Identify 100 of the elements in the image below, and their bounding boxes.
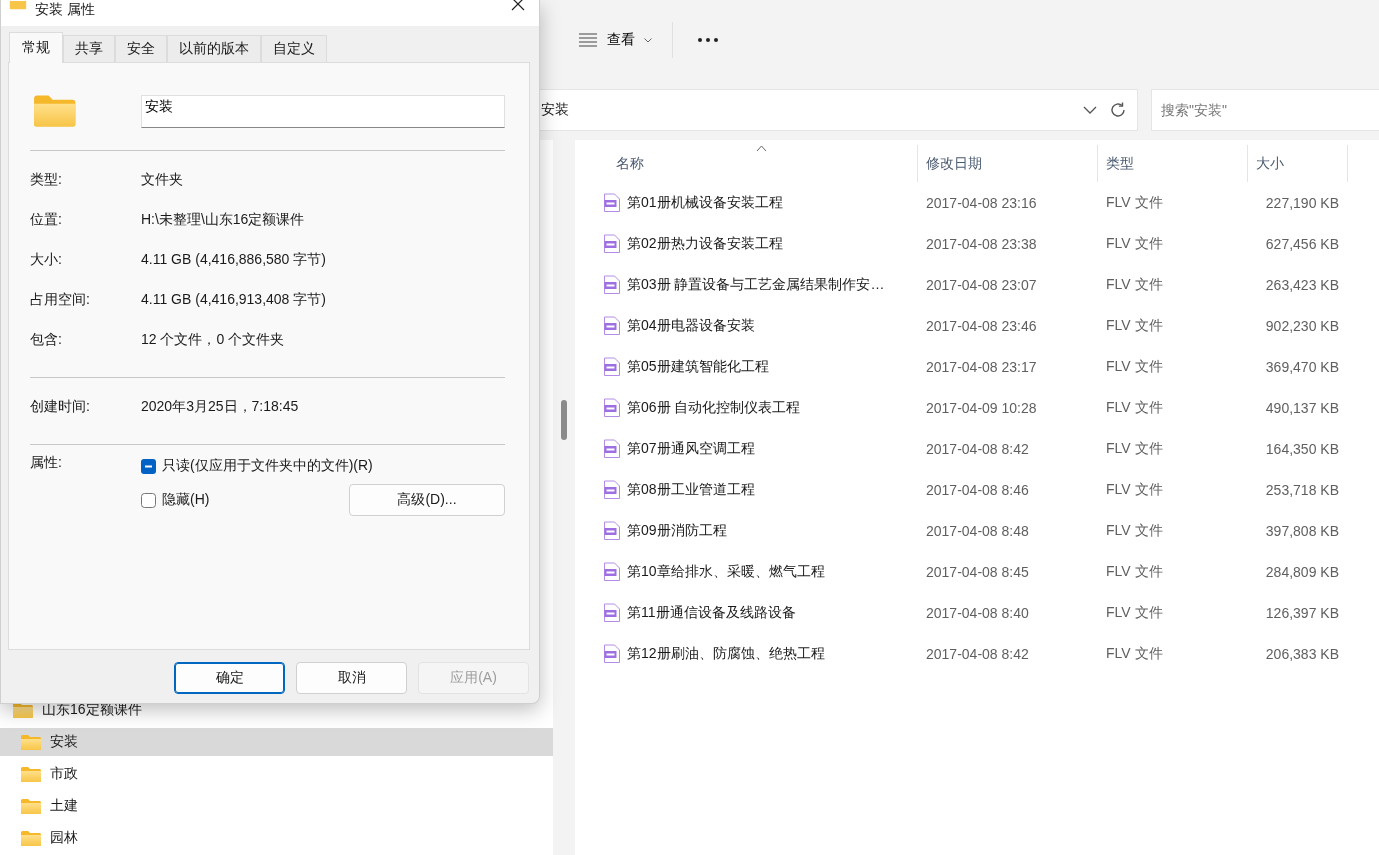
field-value: 4.11 GB (4,416,886,580 字节): [141, 251, 327, 269]
video-file-icon: [603, 643, 621, 664]
scrollbar[interactable]: [553, 140, 575, 855]
dialog-title: 安装 属性: [35, 1, 95, 19]
video-file-icon: [603, 479, 621, 500]
checkbox-label[interactable]: 隐藏(H): [162, 491, 210, 509]
nav-item[interactable]: 市政: [0, 760, 553, 788]
file-size: 263,423 KB: [1264, 276, 1340, 293]
view-button[interactable]: 查看: [570, 27, 660, 53]
field-label: 创建时间:: [30, 398, 91, 416]
field-label: 属性:: [30, 454, 63, 472]
column-header[interactable]: 名称: [603, 145, 918, 182]
checkbox[interactable]: [141, 458, 156, 474]
file-size: 397,808 KB: [1264, 522, 1340, 539]
file-name[interactable]: 第02册热力设备安装工程: [627, 234, 783, 253]
chevron-down-icon: [644, 37, 652, 43]
modified-date: 2017-04-08 8:45: [925, 563, 1030, 580]
field-label: 占用空间:: [30, 291, 91, 309]
video-file-icon: [603, 274, 621, 295]
nav-item[interactable]: 土建: [0, 792, 553, 820]
file-name[interactable]: 第03册 静置设备与工艺金属结果制作安…: [627, 275, 885, 294]
file-type: FLV 文件: [1105, 521, 1164, 540]
folder-icon: [20, 797, 42, 815]
file-name[interactable]: 第08册工业管道工程: [627, 480, 755, 499]
file-name[interactable]: 第05册建筑智能化工程: [627, 357, 769, 376]
file-size: 284,809 KB: [1264, 563, 1340, 580]
modified-date: 2017-04-08 23:16: [925, 194, 1038, 211]
list-view-icon: [578, 33, 598, 47]
file-name[interactable]: 第10章给排水、采暖、燃气工程: [627, 562, 825, 581]
tab[interactable]: 以前的版本: [167, 35, 261, 62]
file-name[interactable]: 第01册机械设备安装工程: [627, 193, 783, 212]
folder-icon: [20, 829, 42, 847]
file-size: 902,230 KB: [1264, 317, 1340, 334]
field-value: 12 个文件，0 个文件夹: [141, 331, 286, 349]
tab[interactable]: 自定义: [261, 35, 327, 62]
file-name[interactable]: 第09册消防工程: [627, 521, 727, 540]
file-type: FLV 文件: [1105, 398, 1164, 417]
field-label: 位置:: [30, 211, 63, 229]
file-type: FLV 文件: [1105, 193, 1164, 212]
modified-date: 2017-04-08 8:40: [925, 604, 1030, 621]
dialog-button[interactable]: 取消: [296, 662, 407, 694]
file-name[interactable]: 第06册 自动化控制仪表工程: [627, 398, 801, 417]
file-name[interactable]: 第11册通信设备及线路设备: [627, 603, 796, 622]
checkbox-label[interactable]: 只读(仅应用于文件夹中的文件)(R): [162, 457, 373, 475]
modified-date: 2017-04-08 23:07: [925, 276, 1038, 293]
video-file-icon: [603, 356, 621, 377]
modified-date: 2017-04-08 8:46: [925, 481, 1030, 498]
video-file-icon: [603, 397, 621, 418]
dialog-button[interactable]: 确定: [174, 662, 285, 694]
tab[interactable]: 常规: [9, 32, 63, 63]
nav-item[interactable]: 园林: [0, 824, 553, 852]
field-label: 类型:: [30, 171, 63, 189]
tab[interactable]: 共享: [63, 35, 115, 62]
folder-icon: [9, 1, 27, 11]
column-header[interactable]: 类型: [1098, 145, 1248, 182]
folder-icon: [20, 765, 42, 783]
field-label: 大小:: [30, 251, 63, 269]
video-file-icon: [603, 315, 621, 336]
file-type: FLV 文件: [1105, 480, 1164, 499]
nav-item[interactable]: 安装: [0, 728, 553, 756]
file-size: 206,383 KB: [1264, 645, 1340, 662]
video-file-icon: [603, 233, 621, 254]
modified-date: 2017-04-09 10:28: [925, 399, 1038, 416]
file-size: 490,137 KB: [1264, 399, 1340, 416]
modified-date: 2017-04-08 23:17: [925, 358, 1038, 375]
file-name[interactable]: 第04册电器设备安装: [627, 316, 755, 335]
modified-date: 2017-04-08 8:48: [925, 522, 1030, 539]
close-icon[interactable]: [511, 0, 525, 11]
file-type: FLV 文件: [1105, 357, 1164, 376]
field-value: H:\未整理\山东16定额课件: [141, 211, 306, 229]
field-label: 包含:: [30, 331, 63, 349]
column-header[interactable]: 大小: [1248, 145, 1348, 182]
tab[interactable]: 安全: [115, 35, 167, 62]
checkbox[interactable]: [141, 492, 156, 508]
video-file-icon: [603, 561, 621, 582]
sort-ascending-icon: [756, 145, 767, 152]
modified-date: 2017-04-08 23:38: [925, 235, 1038, 252]
advanced-button[interactable]: 高级(D)...: [349, 484, 505, 516]
file-size: 369,470 KB: [1264, 358, 1340, 375]
file-type: FLV 文件: [1105, 562, 1164, 581]
file-name[interactable]: 第12册刷油、防腐蚀、绝热工程: [627, 644, 825, 663]
chevron-down-icon[interactable]: [1083, 106, 1097, 114]
file-size: 627,456 KB: [1264, 235, 1340, 252]
file-name[interactable]: 第07册通风空调工程: [627, 439, 755, 458]
file-size: 126,397 KB: [1264, 604, 1340, 621]
file-size: 164,350 KB: [1264, 440, 1340, 457]
video-file-icon: [603, 192, 621, 213]
file-type: FLV 文件: [1105, 603, 1164, 622]
modified-date: 2017-04-08 23:46: [925, 317, 1038, 334]
video-file-icon: [603, 520, 621, 541]
search-field[interactable]: 搜索"安装": [1151, 89, 1379, 131]
field-value: 4.11 GB (4,416,913,408 字节): [141, 291, 327, 309]
field-value: 2020年3月25日，7:18:45: [141, 398, 300, 416]
column-header[interactable]: 修改日期: [918, 145, 1098, 182]
file-size: 227,190 KB: [1264, 194, 1340, 211]
name-field[interactable]: 安装: [141, 94, 505, 128]
refresh-icon[interactable]: [1109, 101, 1127, 119]
video-file-icon: [603, 602, 621, 623]
file-size: 253,718 KB: [1264, 481, 1340, 498]
modified-date: 2017-04-08 8:42: [925, 645, 1030, 662]
